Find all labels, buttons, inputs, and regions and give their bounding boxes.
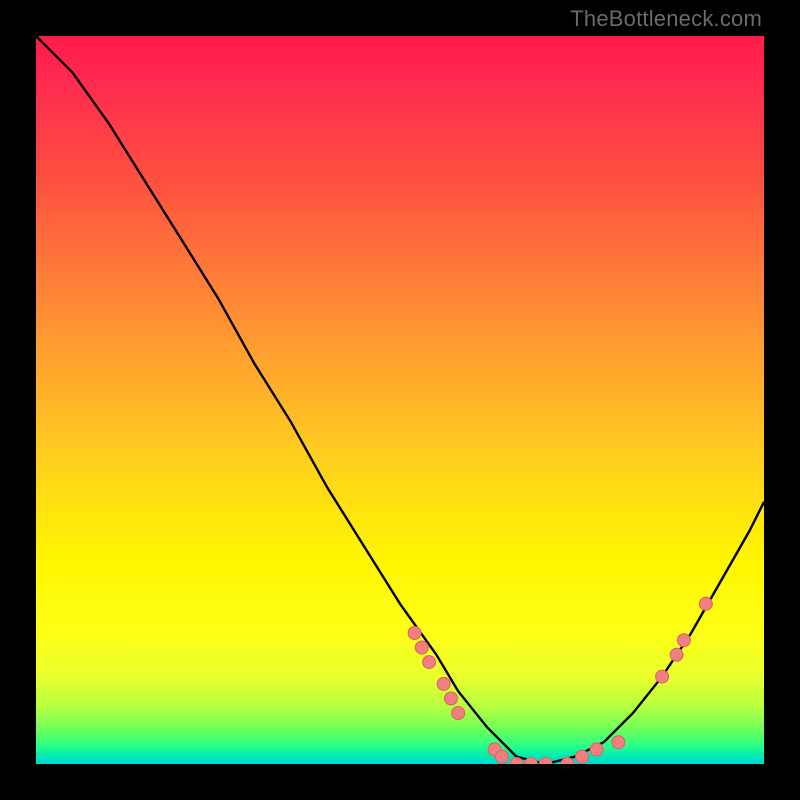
plot-area bbox=[36, 36, 764, 764]
curve-marker bbox=[576, 750, 589, 763]
chart-frame: TheBottleneck.com bbox=[0, 0, 800, 800]
curve-marker bbox=[437, 677, 450, 690]
curve-marker bbox=[452, 707, 465, 720]
curve-marker bbox=[590, 743, 603, 756]
curve-marker bbox=[677, 634, 690, 647]
attribution-label: TheBottleneck.com bbox=[570, 6, 762, 32]
curve-marker bbox=[408, 627, 421, 640]
curve-marker bbox=[670, 648, 683, 661]
curve-marker bbox=[539, 758, 552, 765]
curve-marker bbox=[415, 641, 428, 654]
curve-marker bbox=[495, 750, 508, 763]
bottleneck-curve-svg bbox=[36, 36, 764, 764]
curve-markers bbox=[408, 597, 712, 764]
curve-marker bbox=[445, 692, 458, 705]
bottleneck-curve bbox=[36, 36, 764, 764]
curve-marker bbox=[612, 736, 625, 749]
curve-marker bbox=[656, 670, 669, 683]
curve-marker bbox=[423, 656, 436, 669]
curve-marker bbox=[699, 597, 712, 610]
